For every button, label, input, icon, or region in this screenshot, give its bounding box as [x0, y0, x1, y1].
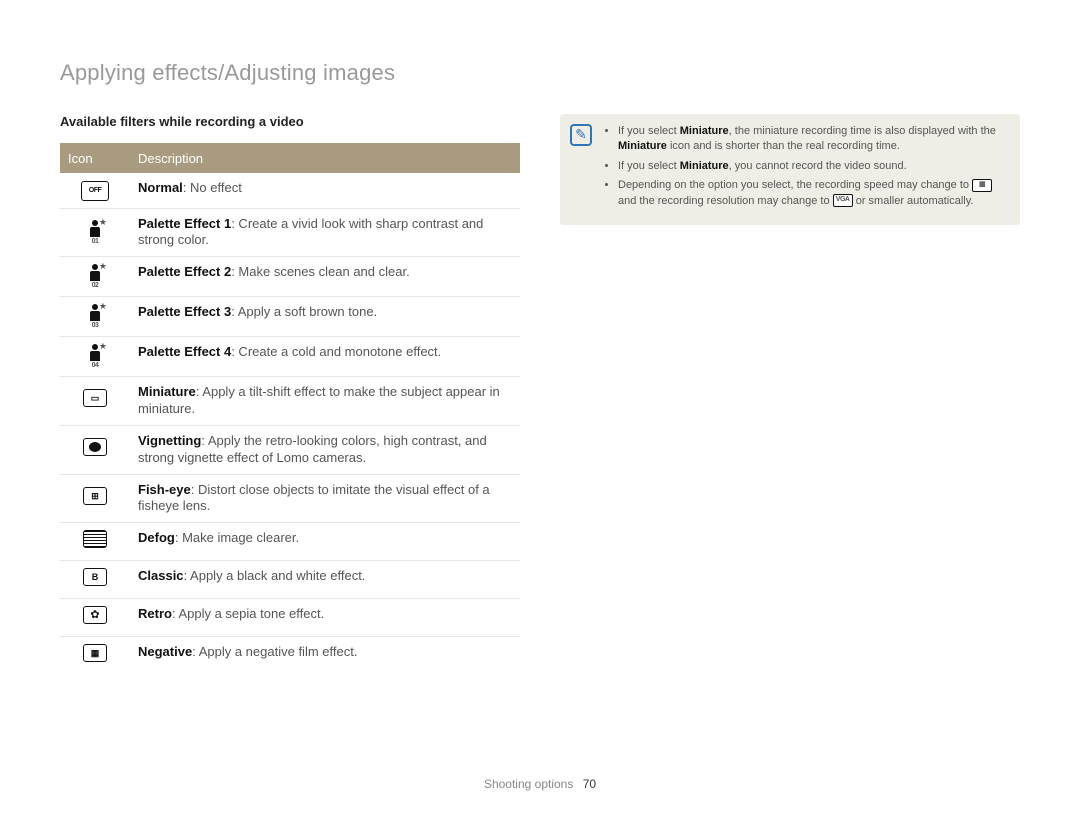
filter-text: : Apply a soft brown tone. — [231, 304, 377, 319]
note-list: If you select Miniature, the miniature r… — [604, 124, 1006, 209]
table-row: Vignetting: Apply the retro-looking colo… — [60, 425, 520, 474]
filter-text: : Apply a sepia tone effect. — [172, 606, 324, 621]
filter-text: : Create a cold and monotone effect. — [231, 344, 441, 359]
palette-2-icon: ★02 — [85, 264, 105, 284]
section-subhead: Available filters while recording a vide… — [60, 114, 520, 129]
table-row: ★01 Palette Effect 1: Create a vivid loo… — [60, 208, 520, 257]
filter-label: Palette Effect 1 — [138, 216, 231, 231]
note-box: ✎ If you select Miniature, the miniature… — [560, 114, 1020, 225]
table-row: Negative: Apply a negative film effect. — [60, 637, 520, 674]
filter-text: : Make image clearer. — [175, 530, 299, 545]
note-info-icon: ✎ — [570, 124, 592, 146]
table-row: Classic: Apply a black and white effect. — [60, 561, 520, 599]
note-item: If you select Miniature, the miniature r… — [618, 124, 1006, 155]
filter-label: Palette Effect 3 — [138, 304, 231, 319]
table-row: Miniature: Apply a tilt-shift effect to … — [60, 377, 520, 426]
content-columns: Available filters while recording a vide… — [60, 114, 1020, 674]
page-title: Applying effects/Adjusting images — [60, 60, 1020, 86]
filter-label: Defog — [138, 530, 175, 545]
filter-text: : Apply a black and white effect. — [184, 568, 366, 583]
left-column: Available filters while recording a vide… — [60, 114, 520, 674]
filters-table: Icon Description OFF Normal: No effect ★… — [60, 143, 520, 674]
palette-4-icon: ★04 — [85, 344, 105, 364]
normal-off-icon: OFF — [81, 181, 109, 201]
table-row: Defog: Make image clearer. — [60, 523, 520, 561]
filter-label: Vignetting — [138, 433, 201, 448]
fisheye-icon — [83, 487, 107, 505]
filter-text: : Make scenes clean and clear. — [231, 264, 410, 279]
palette-1-icon: ★01 — [85, 220, 105, 240]
filter-text: : Apply a negative film effect. — [192, 644, 357, 659]
negative-icon — [83, 644, 107, 662]
filter-text: : No effect — [183, 180, 242, 195]
palette-3-icon: ★03 — [85, 304, 105, 324]
filter-label: Fish-eye — [138, 482, 191, 497]
table-row: ★02 Palette Effect 2: Make scenes clean … — [60, 257, 520, 297]
filter-label: Negative — [138, 644, 192, 659]
note-item: If you select Miniature, you cannot reco… — [618, 159, 1006, 174]
table-row: OFF Normal: No effect — [60, 173, 520, 208]
filter-label: Palette Effect 2 — [138, 264, 231, 279]
filter-label: Classic — [138, 568, 184, 583]
table-row: Retro: Apply a sepia tone effect. — [60, 599, 520, 637]
col-header-desc: Description — [130, 143, 520, 173]
defog-icon — [83, 530, 107, 548]
filter-text: : Distort close objects to imitate the v… — [138, 482, 490, 514]
right-column: ✎ If you select Miniature, the miniature… — [560, 114, 1020, 225]
filter-label: Miniature — [138, 384, 196, 399]
resolution-icon-vga: VGA — [833, 194, 853, 207]
miniature-icon — [83, 389, 107, 407]
note-item: Depending on the option you select, the … — [618, 178, 1006, 209]
manual-page: Applying effects/Adjusting images Availa… — [0, 0, 1080, 815]
classic-icon — [83, 568, 107, 586]
filter-label: Normal — [138, 180, 183, 195]
filter-label: Retro — [138, 606, 172, 621]
page-number: 70 — [583, 777, 596, 791]
table-row: ★03 Palette Effect 3: Apply a soft brown… — [60, 297, 520, 337]
resolution-icon-1: ▦ — [972, 179, 992, 192]
table-row: Fish-eye: Distort close objects to imita… — [60, 474, 520, 523]
vignetting-icon — [83, 438, 107, 456]
table-row: ★04 Palette Effect 4: Create a cold and … — [60, 337, 520, 377]
col-header-icon: Icon — [60, 143, 130, 173]
page-footer: Shooting options 70 — [0, 777, 1080, 791]
retro-icon — [83, 606, 107, 624]
footer-section: Shooting options — [484, 777, 573, 791]
filter-label: Palette Effect 4 — [138, 344, 231, 359]
